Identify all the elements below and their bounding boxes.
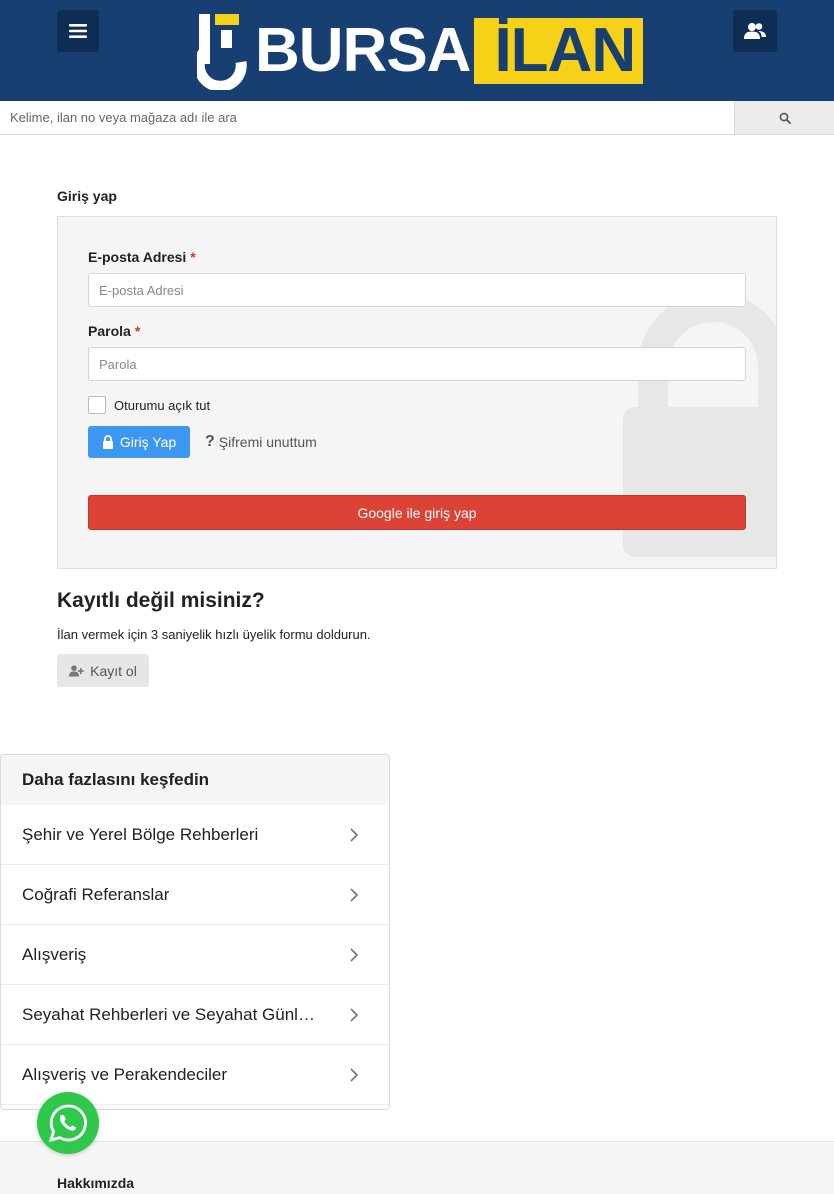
site-footer: Hakkımızda [0,1141,834,1194]
register-button[interactable]: Kayıt ol [57,654,149,687]
users-icon [744,23,766,39]
register-button-label: Kayıt ol [90,662,137,679]
discover-item-label: Alışveriş [22,944,87,964]
login-title: Giriş yap [57,188,117,204]
email-label: E-posta Adresi * [88,249,196,265]
google-login-button[interactable]: Google ile giriş yap [88,495,746,530]
search-button[interactable] [734,101,834,134]
register-heading: Kayıtlı değil misiniz? [57,589,265,612]
footer-about-title: Hakkımızda [57,1175,135,1191]
chevron-right-icon [350,1067,359,1082]
logo-highlight: İLAN [474,16,644,85]
logo-mark-icon [193,12,249,92]
login-button-label: Giriş Yap [119,434,177,450]
search-icon [779,112,791,124]
search-bar [0,101,834,135]
discover-item-label: Alışveriş ve Perakendeciler [22,1064,228,1084]
chevron-right-icon [350,827,359,842]
chevron-right-icon [350,1007,359,1022]
email-label-text: E-posta Adresi [88,249,187,265]
discover-item-city-guides[interactable]: Şehir ve Yerel Bölge Rehberleri [1,805,389,865]
email-field[interactable] [88,273,746,307]
required-mark: * [134,323,141,339]
forgot-password-link[interactable]: ? Şifremi unuttum [205,433,317,451]
logo-text-ilan: İLAN [494,16,636,85]
search-input[interactable] [0,101,734,134]
site-logo[interactable]: BURSA İLAN [193,12,644,92]
question-icon: ? [205,433,215,450]
forgot-password-label: Şifremi unuttum [218,434,317,450]
register-description: İlan vermek için 3 saniyelik hızlı üyeli… [57,627,371,642]
user-account-button[interactable] [733,10,777,52]
site-header: BURSA İLAN [0,0,834,101]
password-field[interactable] [88,347,746,381]
lock-icon [102,435,113,449]
discover-item-label: Coğrafi Referanslar [22,884,170,904]
required-mark: * [190,249,196,265]
discover-title: Daha fazlasını keşfedin [1,755,389,805]
logo-text-bursa: BURSA [255,16,471,85]
chevron-right-icon [350,947,359,962]
login-form: E-posta Adresi* Parola* Oturumu açık tut… [57,216,777,569]
discover-item-shopping[interactable]: Alışveriş [1,925,389,985]
whatsapp-button[interactable] [37,1092,99,1154]
discover-more-panel: Daha fazlasını keşfedin Şehir ve Yerel B… [0,754,390,1110]
discover-item-label: Seyahat Rehberleri ve Seyahat Günlükleri [22,1004,322,1024]
remember-me[interactable]: Oturumu açık tut [88,396,210,414]
discover-item-label: Şehir ve Yerel Bölge Rehberleri [22,824,259,844]
remember-me-checkbox[interactable] [88,396,106,414]
google-login-label: Google ile giriş yap [357,504,477,521]
remember-me-label: Oturumu açık tut [114,397,211,413]
discover-item-geo-references[interactable]: Coğrafi Referanslar [1,865,389,925]
password-label-text: Parola [88,323,131,339]
menu-button[interactable] [57,10,99,52]
login-button[interactable]: Giriş Yap [88,426,190,458]
chevron-right-icon [350,887,359,902]
password-label: Parola * [88,323,140,339]
whatsapp-icon [48,1104,87,1143]
hamburger-icon [69,24,87,38]
add-user-icon [69,664,84,676]
discover-item-travel-guides[interactable]: Seyahat Rehberleri ve Seyahat Günlükleri [1,985,389,1045]
